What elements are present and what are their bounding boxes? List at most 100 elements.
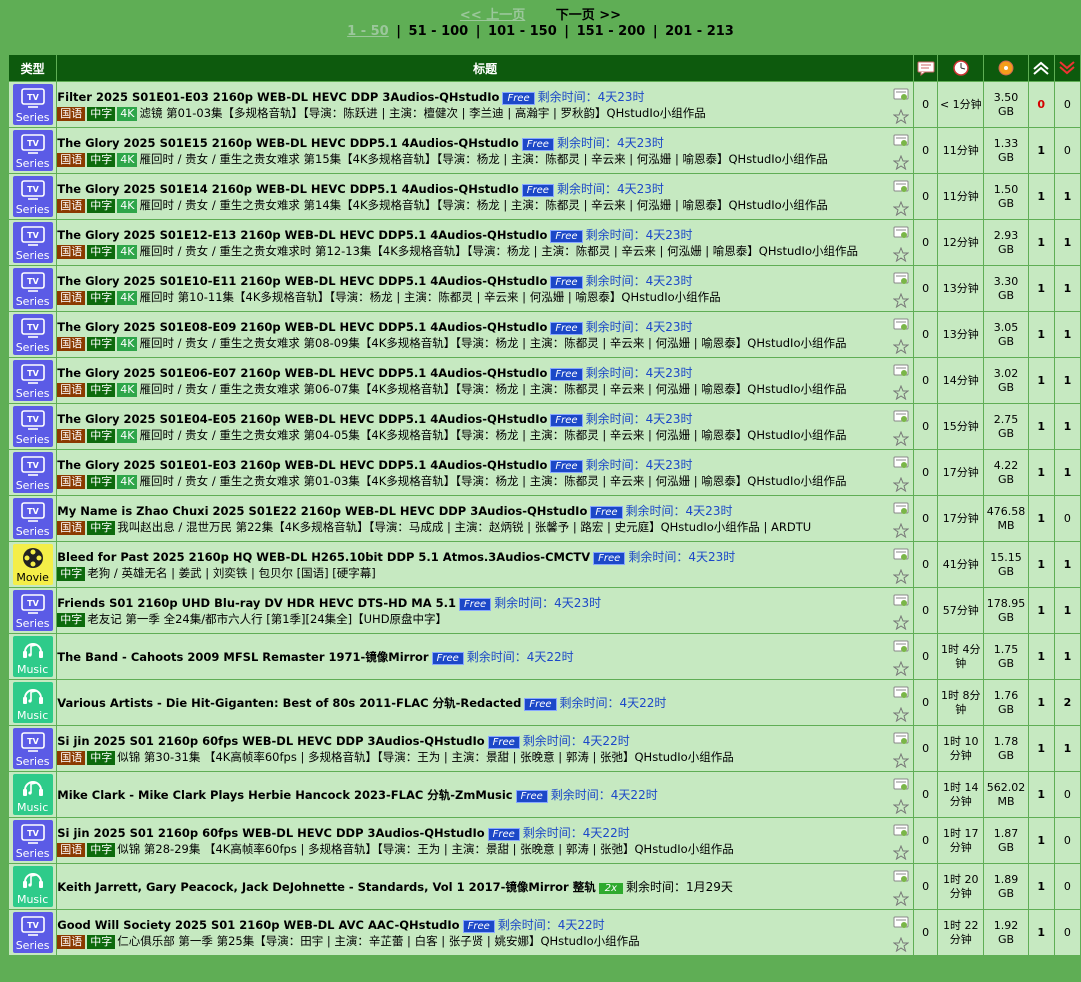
page-link[interactable]: 51 - 100 — [409, 24, 469, 39]
download-icon[interactable] — [893, 686, 909, 703]
torrent-title-link[interactable]: The Band - Cahoots 2009 MFSL Remaster 19… — [57, 650, 428, 664]
torrent-title-link[interactable]: Friends S01 2160p UHD Blu-ray DV HDR HEV… — [57, 596, 456, 610]
comments-count[interactable]: 0 — [913, 449, 939, 496]
bookmark-star-icon[interactable] — [892, 614, 910, 633]
category-tv-button[interactable]: TV Series — [12, 176, 53, 217]
leechers-count[interactable]: 1 — [1053, 541, 1081, 588]
download-icon[interactable] — [893, 824, 909, 841]
leechers-count[interactable]: 0 — [1053, 771, 1081, 818]
bookmark-star-icon[interactable] — [892, 890, 910, 909]
seeders-count[interactable]: 1 — [1027, 357, 1055, 404]
page-link[interactable]: 151 - 200 — [577, 24, 646, 39]
comments-count[interactable]: 0 — [913, 863, 939, 910]
comments-count[interactable]: 0 — [913, 587, 939, 634]
category-music-button[interactable]: Music — [12, 636, 53, 677]
download-icon[interactable] — [893, 88, 909, 105]
comments-count[interactable]: 0 — [913, 495, 939, 542]
torrent-title-link[interactable]: Keith Jarrett, Gary Peacock, Jack DeJohn… — [57, 880, 595, 894]
bookmark-star-icon[interactable] — [892, 660, 910, 679]
comments-count[interactable]: 0 — [913, 403, 939, 450]
leechers-count[interactable]: 0 — [1053, 909, 1081, 956]
bookmark-star-icon[interactable] — [892, 844, 910, 863]
bookmark-star-icon[interactable] — [892, 752, 910, 771]
leechers-count[interactable]: 1 — [1053, 403, 1081, 450]
torrent-title-link[interactable]: The Glory 2025 S01E15 2160p WEB-DL HEVC … — [57, 136, 519, 150]
leechers-count[interactable]: 2 — [1053, 679, 1081, 726]
download-icon[interactable] — [893, 732, 909, 749]
download-icon[interactable] — [893, 916, 909, 933]
download-icon[interactable] — [893, 410, 909, 427]
bookmark-star-icon[interactable] — [892, 154, 910, 173]
page-link-current[interactable]: 1 - 50 — [347, 24, 389, 39]
download-icon[interactable] — [893, 640, 909, 657]
seeders-count[interactable]: 1 — [1027, 587, 1055, 634]
column-time[interactable] — [937, 54, 985, 82]
leechers-count[interactable]: 1 — [1053, 449, 1081, 496]
bookmark-star-icon[interactable] — [892, 246, 910, 265]
comments-count[interactable]: 0 — [913, 541, 939, 588]
torrent-title-link[interactable]: The Glory 2025 S01E10-E11 2160p WEB-DL H… — [57, 274, 547, 288]
bookmark-star-icon[interactable] — [892, 522, 910, 541]
torrent-title-link[interactable]: The Glory 2025 S01E01-E03 2160p WEB-DL H… — [57, 458, 547, 472]
leechers-count[interactable]: 1 — [1053, 173, 1081, 220]
bookmark-star-icon[interactable] — [892, 200, 910, 219]
torrent-title-link[interactable]: Mike Clark - Mike Clark Plays Herbie Han… — [57, 788, 512, 802]
bookmark-star-icon[interactable] — [892, 568, 910, 587]
torrent-title-link[interactable]: Good Will Society 2025 S01 2160p WEB-DL … — [57, 918, 459, 932]
torrent-title-link[interactable]: Si jin 2025 S01 2160p 60fps WEB-DL HEVC … — [57, 734, 484, 748]
torrent-title-link[interactable]: Various Artists - Die Hit-Giganten: Best… — [57, 696, 521, 710]
seeders-count[interactable]: 0 — [1027, 81, 1055, 128]
seeders-count[interactable]: 1 — [1027, 541, 1055, 588]
comments-count[interactable]: 0 — [913, 817, 939, 864]
comments-count[interactable]: 0 — [913, 219, 939, 266]
seeders-count[interactable]: 1 — [1027, 127, 1055, 174]
comments-count[interactable]: 0 — [913, 679, 939, 726]
category-tv-button[interactable]: TV Series — [12, 314, 53, 355]
column-size[interactable] — [983, 54, 1029, 82]
prev-page-link[interactable]: << 上一页 — [460, 8, 525, 23]
leechers-count[interactable]: 0 — [1053, 495, 1081, 542]
download-icon[interactable] — [893, 778, 909, 795]
comments-count[interactable]: 0 — [913, 173, 939, 220]
download-icon[interactable] — [893, 272, 909, 289]
seeders-count[interactable]: 1 — [1027, 725, 1055, 772]
leechers-count[interactable]: 0 — [1053, 81, 1081, 128]
seeders-count[interactable]: 1 — [1027, 311, 1055, 358]
category-tv-button[interactable]: TV Series — [12, 452, 53, 493]
column-comments[interactable] — [913, 54, 939, 82]
category-music-button[interactable]: Music — [12, 774, 53, 815]
seeders-count[interactable]: 1 — [1027, 495, 1055, 542]
seeders-count[interactable]: 1 — [1027, 265, 1055, 312]
column-seeders[interactable] — [1027, 54, 1055, 82]
leechers-count[interactable]: 1 — [1053, 357, 1081, 404]
torrent-title-link[interactable]: The Glory 2025 S01E04-E05 2160p WEB-DL H… — [57, 412, 547, 426]
seeders-count[interactable]: 1 — [1027, 863, 1055, 910]
comments-count[interactable]: 0 — [913, 127, 939, 174]
column-type[interactable]: 类型 — [7, 54, 58, 82]
leechers-count[interactable]: 0 — [1053, 863, 1081, 910]
leechers-count[interactable]: 1 — [1053, 587, 1081, 634]
seeders-count[interactable]: 1 — [1027, 173, 1055, 220]
leechers-count[interactable]: 0 — [1053, 127, 1081, 174]
download-icon[interactable] — [893, 594, 909, 611]
seeders-count[interactable]: 1 — [1027, 679, 1055, 726]
torrent-title-link[interactable]: The Glory 2025 S01E12-E13 2160p WEB-DL H… — [57, 228, 547, 242]
torrent-title-link[interactable]: Filter 2025 S01E01-E03 2160p WEB-DL HEVC… — [57, 90, 499, 104]
category-tv-button[interactable]: TV Series — [12, 406, 53, 447]
category-tv-button[interactable]: TV Series — [12, 728, 53, 769]
next-page-link[interactable]: 下一页 >> — [556, 8, 621, 23]
download-icon[interactable] — [893, 502, 909, 519]
download-icon[interactable] — [893, 548, 909, 565]
torrent-title-link[interactable]: Bleed for Past 2025 2160p HQ WEB-DL H265… — [57, 550, 590, 564]
category-tv-button[interactable]: TV Series — [12, 360, 53, 401]
comments-count[interactable]: 0 — [913, 633, 939, 680]
category-tv-button[interactable]: TV Series — [12, 222, 53, 263]
torrent-title-link[interactable]: The Glory 2025 S01E08-E09 2160p WEB-DL H… — [57, 320, 547, 334]
bookmark-star-icon[interactable] — [892, 798, 910, 817]
download-icon[interactable] — [893, 364, 909, 381]
column-leechers[interactable] — [1053, 54, 1081, 82]
bookmark-star-icon[interactable] — [892, 706, 910, 725]
comments-count[interactable]: 0 — [913, 771, 939, 818]
page-link[interactable]: 101 - 150 — [488, 24, 557, 39]
download-icon[interactable] — [893, 134, 909, 151]
